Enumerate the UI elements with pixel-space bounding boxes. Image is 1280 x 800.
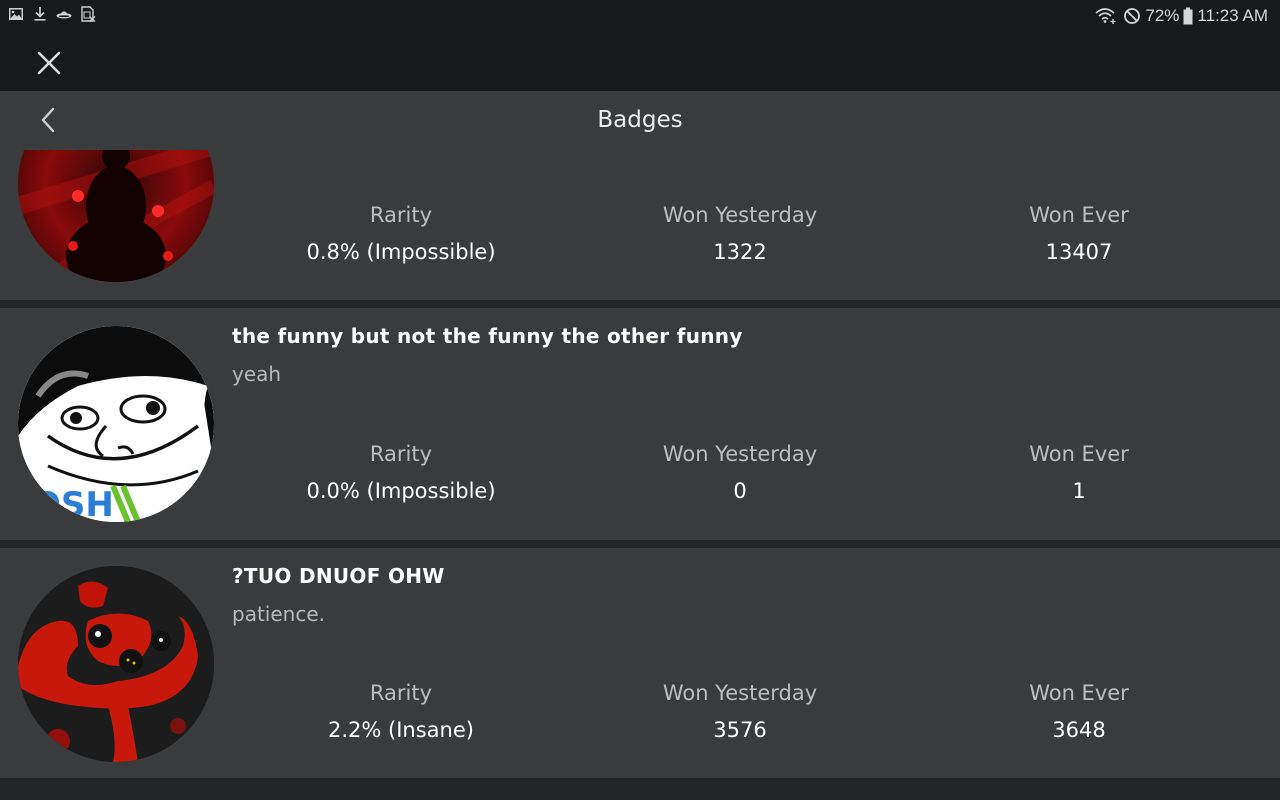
rarity-stat: Rarity 2.2% (Insane) <box>231 678 571 745</box>
won-ever-label: Won Ever <box>1029 203 1129 227</box>
rarity-label: Rarity <box>369 681 433 705</box>
won-yesterday-label: Won Yesterday <box>662 203 818 227</box>
page-title: Badges <box>597 107 683 133</box>
system-indicators: 72% 11:23 AM <box>1095 6 1268 26</box>
badge-thumbnail[interactable] <box>18 566 214 762</box>
close-button[interactable] <box>34 48 64 78</box>
close-icon <box>37 51 61 75</box>
won-yesterday-label: Won Yesterday <box>662 681 818 705</box>
won-yesterday-value: 1322 <box>713 240 767 264</box>
ufo-app-icon <box>56 11 72 19</box>
won-ever-value: 1 <box>1072 479 1086 503</box>
won-ever-label: Won Ever <box>1029 681 1129 705</box>
page-header: Badges <box>0 91 1280 150</box>
rarity-value: 0.8% (Impossible) <box>306 240 496 264</box>
badge-card[interactable]: Rarity 0.8% (Impossible) Won Yesterday 1… <box>0 150 1280 300</box>
status-bar: 72% 11:23 AM <box>0 0 1280 38</box>
won-ever-value: 13407 <box>1045 240 1113 264</box>
won-ever-value: 3648 <box>1052 718 1106 742</box>
rarity-label: Rarity <box>369 203 433 227</box>
back-button[interactable] <box>36 105 64 135</box>
red-creature-badge-image <box>18 566 214 762</box>
won-ever-stat: Won Ever 13407 <box>909 200 1249 267</box>
won-yesterday-label: Won Yesterday <box>662 442 818 466</box>
won-ever-stat: Won Ever 1 <box>909 439 1249 506</box>
battery-icon <box>1183 7 1193 25</box>
won-yesterday-stat: Won Yesterday 3576 <box>570 678 910 745</box>
red-dark-figure-badge-image <box>18 150 214 282</box>
won-yesterday-stat: Won Yesterday 0 <box>570 439 910 506</box>
won-yesterday-value: 0 <box>733 479 747 503</box>
rarity-label: Rarity <box>369 442 433 466</box>
battery-percentage: 72% <box>1145 6 1180 25</box>
badge-name: ?TUO DNUOF OHW <box>232 564 445 588</box>
chevron-left-icon <box>41 107 55 133</box>
rarity-value: 2.2% (Insane) <box>328 718 474 742</box>
gallery-icon <box>9 8 23 20</box>
badge-card[interactable]: ?TUO DNUOF OHW patience. Rarity 2.2% (In… <box>0 548 1280 778</box>
won-ever-label: Won Ever <box>1029 442 1129 466</box>
notification-icons <box>8 6 96 22</box>
clock: 11:23 AM <box>1197 6 1268 25</box>
rarity-value: 0.0% (Impossible) <box>306 479 496 503</box>
badge-card[interactable]: OSH the funny but not the funny the othe… <box>0 308 1280 540</box>
download-icon <box>34 7 46 21</box>
wifi-icon <box>1095 8 1116 24</box>
badge-thumbnail[interactable] <box>18 150 214 282</box>
meme-face-badge-image: OSH <box>18 326 214 522</box>
badge-list[interactable]: Rarity 0.8% (Impossible) Won Yesterday 1… <box>0 150 1280 800</box>
rarity-stat: Rarity 0.0% (Impossible) <box>231 439 571 506</box>
svg-text:OSH: OSH <box>32 485 114 522</box>
overlay-top-bar <box>0 38 1280 91</box>
badge-thumbnail[interactable]: OSH <box>18 326 214 522</box>
won-yesterday-stat: Won Yesterday 1322 <box>570 200 910 267</box>
won-yesterday-value: 3576 <box>713 718 767 742</box>
won-ever-stat: Won Ever 3648 <box>909 678 1249 745</box>
sim-card-off-icon <box>81 6 96 22</box>
rarity-stat: Rarity 0.8% (Impossible) <box>231 200 571 267</box>
badge-name: the funny but not the funny the other fu… <box>232 324 743 348</box>
badge-description: patience. <box>232 602 325 626</box>
do-not-disturb-icon <box>1124 8 1141 24</box>
badge-description: yeah <box>232 362 282 386</box>
